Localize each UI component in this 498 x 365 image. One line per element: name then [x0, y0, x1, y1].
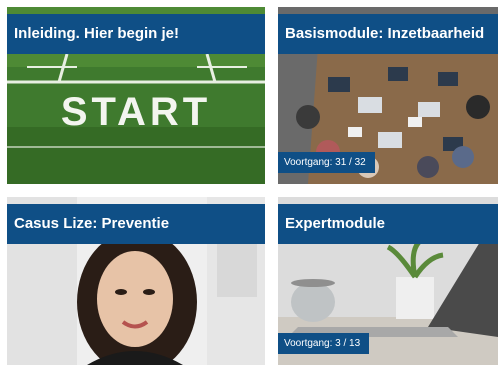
- course-card-basismodule[interactable]: Basismodule: Inzetbaarheid Voortgang: 31…: [278, 7, 498, 184]
- course-card-casus-lize[interactable]: Casus Lize: Preventie: [7, 197, 265, 365]
- progress-label: Voortgang: 3 / 13: [278, 333, 370, 354]
- card-title: Basismodule: Inzetbaarheid: [278, 14, 498, 54]
- card-title: Casus Lize: Preventie: [7, 204, 265, 244]
- course-grid: START Inleiding. Hier begin je! Basismod…: [0, 0, 498, 365]
- start-text: START: [61, 90, 211, 134]
- card-title: Expertmodule: [278, 204, 498, 244]
- card-title: Inleiding. Hier begin je!: [7, 14, 265, 54]
- course-card-inleiding[interactable]: START Inleiding. Hier begin je!: [7, 7, 265, 184]
- progress-label: Voortgang: 31 / 32: [278, 152, 375, 173]
- course-card-expertmodule[interactable]: Expertmodule Voortgang: 3 / 13: [278, 197, 498, 365]
